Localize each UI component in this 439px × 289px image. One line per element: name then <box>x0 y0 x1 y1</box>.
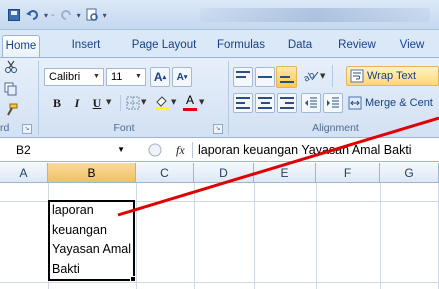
annotation-arrow <box>117 116 439 217</box>
annotation-line <box>117 116 439 217</box>
